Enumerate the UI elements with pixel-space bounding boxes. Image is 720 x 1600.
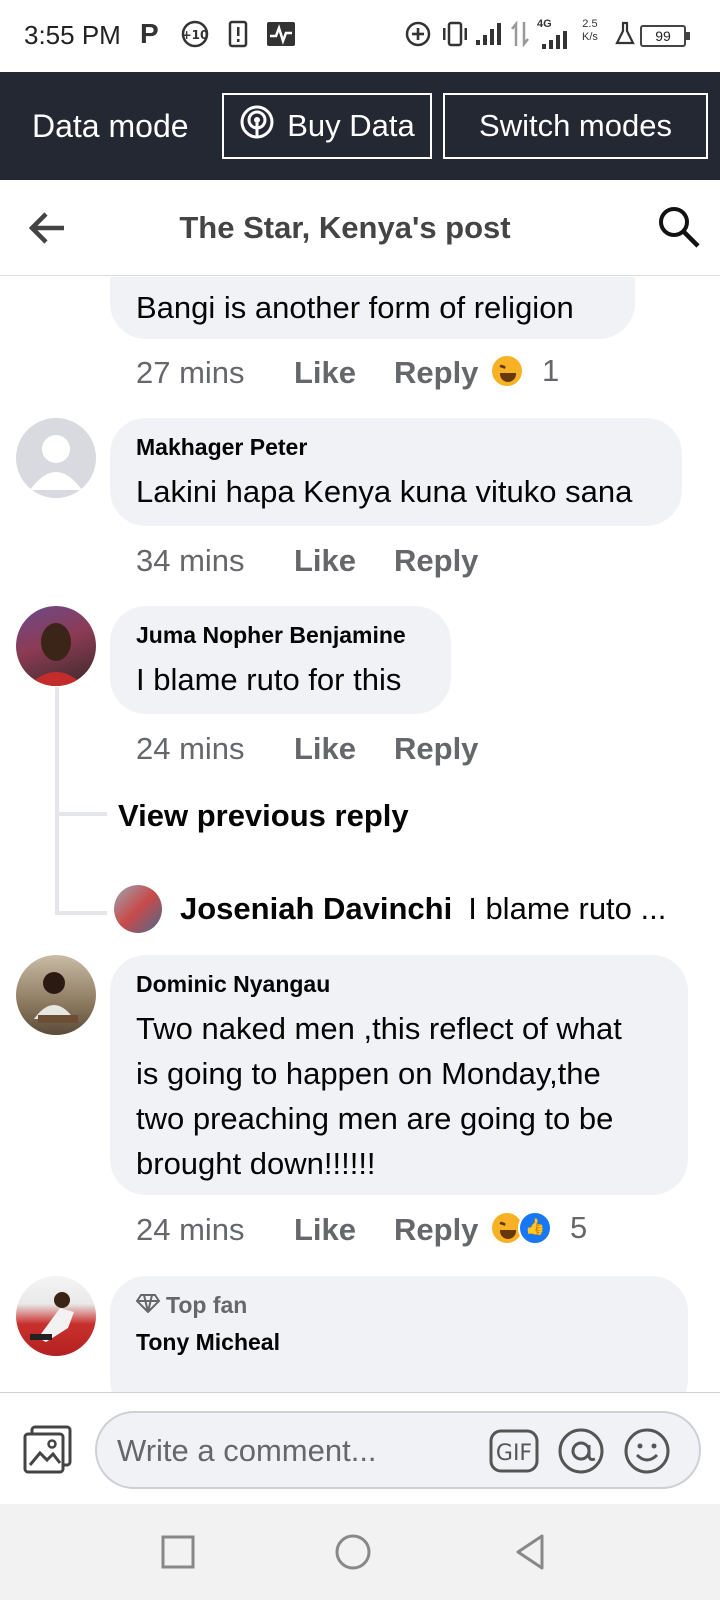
comment-text-line: Two naked men ,this reflect of what bbox=[136, 1011, 622, 1046]
buy-data-button[interactable]: Buy Data bbox=[222, 93, 432, 159]
comment-time: 34 mins bbox=[136, 543, 245, 578]
notification-count-icon: +10 bbox=[180, 20, 210, 48]
home-button[interactable] bbox=[333, 1532, 373, 1572]
reply-author[interactable]: Joseniah Davinchi bbox=[180, 891, 452, 927]
thread-connector bbox=[55, 911, 107, 915]
like-button[interactable]: Like bbox=[294, 1212, 356, 1248]
comment-bubble[interactable]: Bangi is another form of religion bbox=[110, 277, 635, 339]
search-icon[interactable] bbox=[656, 204, 702, 250]
like-button[interactable]: Like bbox=[294, 731, 356, 767]
like-button[interactable]: Like bbox=[294, 355, 356, 391]
diamond-icon bbox=[135, 1292, 166, 1319]
alert-icon bbox=[228, 20, 248, 48]
reply-button[interactable]: Reply bbox=[394, 355, 478, 391]
reply-preview[interactable]: Joseniah Davinchi I blame ruto ... bbox=[114, 884, 714, 934]
network-speed-unit: K/s bbox=[582, 31, 598, 43]
comment-text-line: two preaching men are going to be bbox=[136, 1101, 614, 1136]
page-title: The Star, Kenya's post bbox=[179, 210, 511, 245]
reaction-count: 5 bbox=[570, 1210, 588, 1245]
photo-icon[interactable] bbox=[22, 1423, 74, 1475]
back-button[interactable] bbox=[510, 1532, 550, 1572]
clock: 3:55 PM bbox=[24, 20, 121, 50]
data-mode-bar: Data mode Buy Data Switch modes bbox=[0, 72, 720, 180]
gif-icon[interactable]: GIF bbox=[489, 1427, 539, 1475]
comment-bubble[interactable]: Top fan Tony Micheal bbox=[110, 1276, 688, 1392]
comment-text: Bangi is another form of religion bbox=[136, 290, 574, 325]
comment-text-line: is going to happen on Monday,the bbox=[136, 1056, 601, 1091]
like-button[interactable]: Like bbox=[294, 543, 356, 579]
comment-time: 24 mins bbox=[136, 731, 245, 766]
comment-input[interactable]: Write a comment... GIF bbox=[95, 1411, 701, 1489]
svg-text:+10: +10 bbox=[182, 28, 209, 42]
reply-button[interactable]: Reply bbox=[394, 731, 478, 767]
reply-text: I blame ruto ... bbox=[468, 891, 667, 926]
battery-icon: 99 bbox=[640, 25, 690, 47]
post-header: The Star, Kenya's post bbox=[0, 180, 720, 276]
comment-time: 27 mins bbox=[136, 355, 245, 390]
data-mode-title: Data mode bbox=[32, 108, 189, 144]
comment-text: I blame ruto for this bbox=[136, 662, 402, 697]
reply-button[interactable]: Reply bbox=[394, 543, 478, 579]
thread-connector bbox=[55, 812, 107, 816]
comment-time: 24 mins bbox=[136, 1212, 245, 1247]
buy-data-label: Buy Data bbox=[287, 108, 415, 143]
vibrate-icon bbox=[440, 20, 470, 48]
network-speed-value: 2.5 bbox=[582, 18, 598, 30]
comment-actions: 27 mins Like Reply 1 bbox=[136, 353, 696, 395]
comment-actions: 24 mins Like Reply 👍 5 bbox=[136, 1210, 696, 1252]
avatar[interactable] bbox=[114, 885, 162, 933]
data-transfer-icon bbox=[510, 20, 530, 48]
comment-author[interactable]: Juma Nopher Benjamine bbox=[136, 622, 425, 649]
reactions[interactable]: 1 bbox=[490, 353, 559, 389]
flask-icon bbox=[614, 20, 636, 48]
signal-4g-icon bbox=[540, 30, 570, 50]
comment-bubble[interactable]: Makhager Peter Lakini hapa Kenya kuna vi… bbox=[110, 418, 682, 526]
activity-icon bbox=[266, 20, 296, 48]
comment-author[interactable]: Makhager Peter bbox=[136, 434, 656, 461]
avatar[interactable] bbox=[16, 955, 96, 1035]
like-reaction-icon: 👍 bbox=[518, 1211, 552, 1245]
parking-icon: P bbox=[140, 18, 159, 49]
comment-input-placeholder: Write a comment... bbox=[117, 1433, 377, 1468]
top-fan-badge: Top fan bbox=[135, 1292, 662, 1319]
gif-label: GIF bbox=[496, 1441, 532, 1466]
emoji-icon[interactable] bbox=[623, 1427, 671, 1475]
comment-text: Lakini hapa Kenya kuna vituko sana bbox=[136, 474, 633, 509]
comment-actions: 24 mins Like Reply bbox=[136, 731, 696, 771]
comment-bubble[interactable]: Dominic Nyangau Two naked men ,this refl… bbox=[110, 955, 688, 1195]
thread-line bbox=[55, 687, 59, 915]
haha-reaction-icon bbox=[490, 354, 524, 388]
broadcast-icon bbox=[239, 104, 287, 148]
switch-modes-label: Switch modes bbox=[479, 108, 672, 143]
avatar[interactable] bbox=[16, 606, 96, 686]
avatar[interactable] bbox=[16, 1276, 96, 1356]
comment-author[interactable]: Tony Micheal bbox=[136, 1329, 662, 1356]
view-previous-reply-link[interactable]: View previous reply bbox=[118, 798, 409, 834]
comment-author[interactable]: Dominic Nyangau bbox=[136, 971, 662, 998]
status-bar: 3:55 PM P +10 4G 2.5 K/s 99 bbox=[0, 0, 720, 72]
switch-modes-button[interactable]: Switch modes bbox=[443, 93, 708, 159]
reactions[interactable]: 👍 5 bbox=[490, 1210, 587, 1246]
recent-apps-button[interactable] bbox=[158, 1532, 198, 1572]
top-fan-label: Top fan bbox=[166, 1292, 248, 1318]
avatar[interactable] bbox=[16, 418, 96, 498]
network-speed: 2.5 K/s bbox=[582, 18, 598, 44]
system-navigation-bar bbox=[0, 1504, 720, 1600]
reply-button[interactable]: Reply bbox=[394, 1212, 478, 1248]
comment-bubble[interactable]: Juma Nopher Benjamine I blame ruto for t… bbox=[110, 606, 451, 714]
comment-actions: 34 mins Like Reply bbox=[136, 543, 696, 583]
signal-icon bbox=[474, 20, 504, 48]
comment-text-line: brought down!!!!!! bbox=[136, 1146, 376, 1181]
data-saver-icon bbox=[404, 20, 432, 48]
reaction-count: 1 bbox=[542, 353, 560, 388]
mention-icon[interactable] bbox=[557, 1427, 605, 1475]
comment-composer: Write a comment... GIF bbox=[0, 1392, 720, 1504]
comments-list: Bangi is another form of religion 27 min… bbox=[0, 277, 720, 1392]
